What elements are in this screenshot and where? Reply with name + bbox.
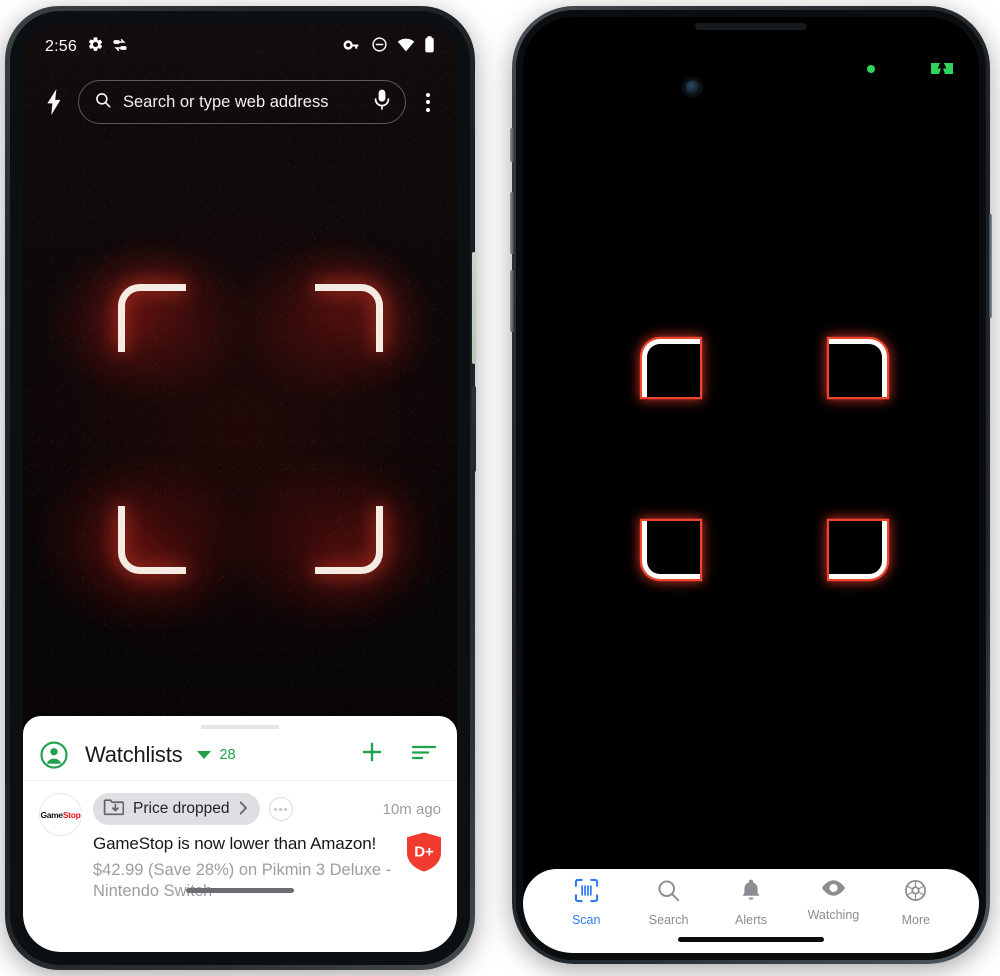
tab-search-label: Search	[648, 913, 689, 927]
bell-icon	[739, 878, 763, 908]
scan-corner-top-right	[829, 339, 887, 397]
tab-scan-label: Scan	[571, 913, 601, 927]
ios-screen: Scan Search Alerts Watching More	[523, 17, 979, 953]
tab-scan[interactable]: Scan	[545, 878, 627, 927]
status-clock: 2:56	[45, 38, 77, 55]
tab-watching-label: Watching	[807, 908, 860, 922]
watchlists-header: Watchlists 28	[23, 729, 457, 781]
barcode-scan-frame	[118, 284, 383, 574]
status-badge-label: Price dropped	[133, 800, 230, 817]
vpn-key-icon	[343, 38, 362, 57]
sort-filter-icon[interactable]	[411, 742, 437, 767]
shield-icon[interactable]: D+	[405, 831, 443, 873]
scan-corner-top-left	[118, 284, 186, 352]
eye-icon	[820, 878, 847, 903]
list-item-meta-row: Price dropped 10m ago	[93, 793, 441, 825]
omnibox-placeholder-text: Search or type web address	[123, 92, 329, 111]
plus-icon[interactable]	[359, 739, 385, 770]
browser-toolbar: Search or type web address	[23, 72, 457, 132]
battery-charging-icon	[929, 61, 955, 76]
page-title: Watchlists	[85, 741, 183, 767]
shield-badge-label: D+	[414, 843, 434, 860]
scan-corner-bottom-left	[118, 506, 186, 574]
omnibox[interactable]: Search or type web address	[78, 80, 406, 124]
ios-power-button[interactable]	[988, 214, 992, 318]
account-circle-icon[interactable]	[39, 740, 69, 770]
scan-corner-bottom-right	[315, 506, 383, 574]
ios-earpiece-speaker	[695, 23, 807, 30]
list-item-headline: GameStop is now lower than Amazon!	[93, 834, 377, 853]
tab-search[interactable]: Search	[627, 878, 709, 927]
android-volume-button[interactable]	[472, 386, 476, 472]
avatar: Game Stop	[39, 793, 82, 836]
tab-more[interactable]: More	[875, 878, 957, 927]
ios-volume-down-button[interactable]	[510, 270, 514, 332]
front-camera-icon	[684, 79, 701, 96]
header-actions	[359, 739, 437, 770]
watchlists-bottom-sheet: Watchlists 28 Game Stop Price dropped 10…	[23, 716, 457, 952]
gear-icon	[87, 36, 104, 58]
android-home-indicator[interactable]	[186, 888, 294, 893]
chevron-right-icon	[239, 801, 248, 818]
list-item-subline: $42.99 (Save 28%) on Pikmin 3 Deluxe - N…	[93, 861, 392, 901]
tab-watching[interactable]: Watching	[792, 878, 874, 922]
list-item[interactable]: Game Stop Price dropped 10m ago GameStop…	[23, 781, 457, 903]
search-icon	[656, 878, 681, 908]
android-phone-frame: 2:56 Search or type web address Watchlis…	[5, 6, 476, 970]
microphone-icon[interactable]	[374, 89, 390, 116]
data-saver-icon	[111, 36, 129, 59]
status-badge[interactable]: Price dropped	[93, 793, 260, 825]
scan-corner-top-left	[642, 339, 700, 397]
battery-icon	[424, 36, 435, 58]
search-icon	[94, 91, 112, 114]
folder-download-icon	[103, 798, 125, 821]
ios-volume-up-button[interactable]	[510, 192, 514, 254]
barcode-scan-icon	[574, 878, 599, 908]
timestamp: 10m ago	[382, 800, 441, 818]
scan-corner-top-right	[315, 284, 383, 352]
three-dots-vertical-icon[interactable]	[411, 92, 445, 112]
list-item-body: Price dropped 10m ago GameStop is now lo…	[93, 793, 441, 903]
three-dots-horizontal-icon[interactable]	[268, 797, 293, 821]
android-status-bar: 2:56	[23, 24, 457, 70]
scan-corner-bottom-right	[829, 521, 887, 579]
screenshot-stage: 2:56 Search or type web address Watchlis…	[0, 0, 1000, 976]
tab-alerts-label: Alerts	[735, 913, 767, 927]
barcode-scan-frame	[642, 339, 887, 579]
ios-mute-switch[interactable]	[510, 128, 514, 162]
status-right-icons	[343, 36, 435, 58]
status-left-icons	[87, 36, 129, 59]
retailer-logo-part1: Game	[40, 809, 63, 820]
lightning-bolt-icon[interactable]	[35, 89, 73, 115]
wifi-icon	[397, 38, 415, 57]
chevron-down-icon[interactable]	[197, 750, 212, 759]
tab-alerts[interactable]: Alerts	[710, 878, 792, 927]
ios-phone-frame: Scan Search Alerts Watching More	[510, 6, 992, 964]
scan-corner-bottom-left	[642, 521, 700, 579]
tab-more-label: More	[901, 913, 931, 927]
gear-icon	[903, 878, 928, 908]
watchlist-count: 28	[219, 746, 236, 763]
android-screen: 2:56 Search or type web address Watchlis…	[23, 24, 457, 952]
ios-home-indicator[interactable]	[678, 936, 824, 942]
do-not-disturb-icon	[371, 36, 388, 58]
retailer-logo-part2: Stop	[62, 809, 81, 820]
android-power-button[interactable]	[472, 252, 476, 364]
green-privacy-dot	[867, 65, 875, 73]
